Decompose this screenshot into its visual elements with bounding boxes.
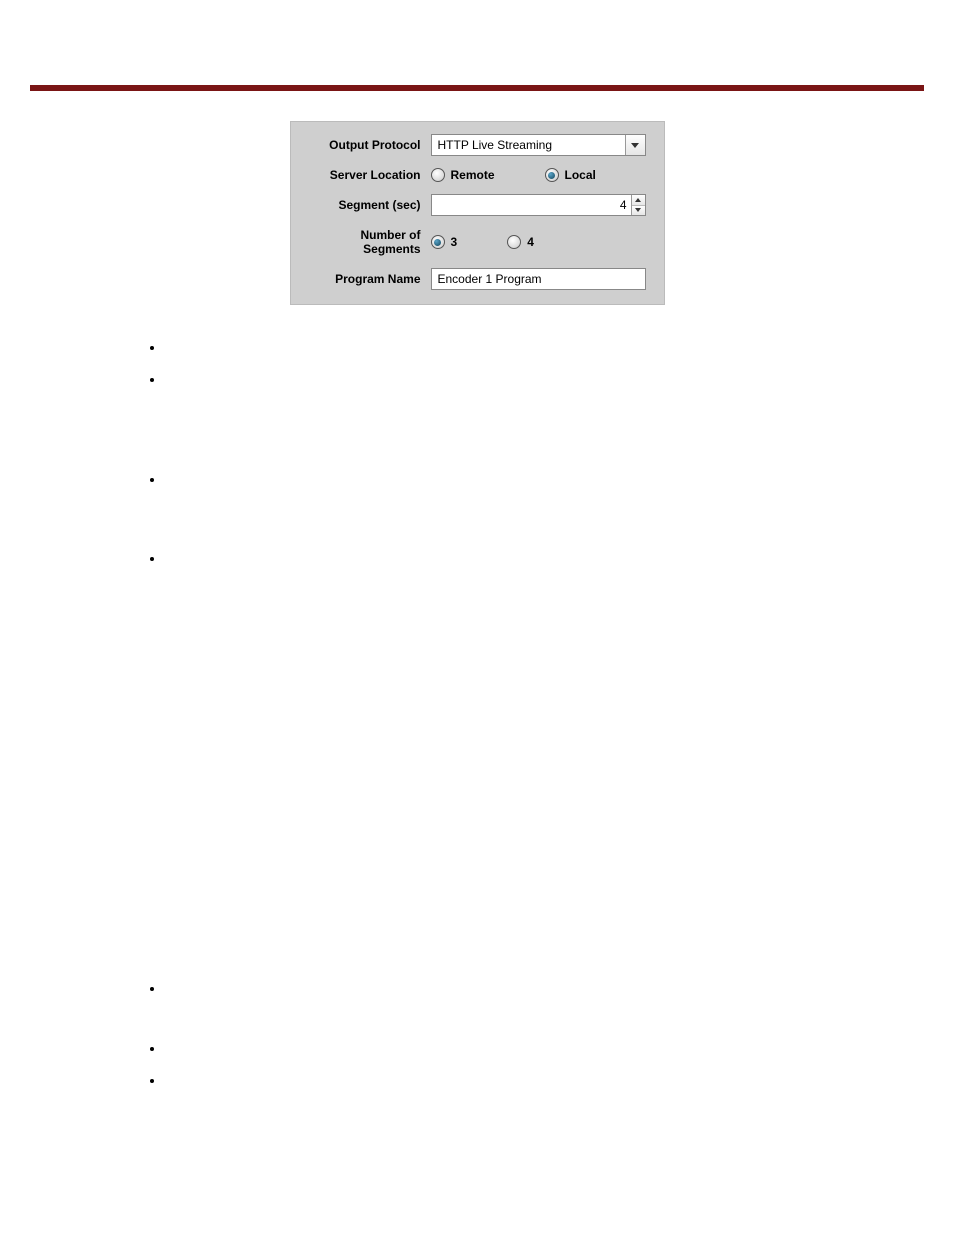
list-item xyxy=(165,335,924,359)
radio-icon xyxy=(507,235,521,249)
list-item xyxy=(165,1036,924,1060)
row-segment: Segment (sec) 4 xyxy=(301,194,654,216)
list-item xyxy=(165,976,924,1000)
list-item xyxy=(165,1068,924,1092)
server-location-local[interactable]: Local xyxy=(545,168,596,182)
bullet-list-3 xyxy=(145,546,924,570)
label-segment: Segment (sec) xyxy=(301,198,431,212)
label-output-protocol: Output Protocol xyxy=(301,138,431,152)
row-program-name: Program Name Encoder 1 Program xyxy=(301,268,654,290)
chevron-up-icon xyxy=(635,198,641,202)
chevron-down-icon xyxy=(635,208,641,212)
radio-label-remote: Remote xyxy=(451,168,495,182)
label-program-name: Program Name xyxy=(301,272,431,286)
list-item xyxy=(165,467,924,491)
radio-icon xyxy=(431,235,445,249)
program-name-input[interactable]: Encoder 1 Program xyxy=(431,268,646,290)
list-item xyxy=(165,367,924,391)
chevron-down-icon xyxy=(631,143,639,148)
segment-input[interactable]: 4 xyxy=(431,194,646,216)
bullet-list-1 xyxy=(145,335,924,391)
output-protocol-select[interactable]: HTTP Live Streaming xyxy=(431,134,646,156)
segment-value: 4 xyxy=(432,195,631,215)
radio-label-4: 4 xyxy=(527,235,534,249)
bullet-list-5 xyxy=(145,1036,924,1092)
radio-label-3: 3 xyxy=(451,235,458,249)
label-server-location: Server Location xyxy=(301,168,431,182)
num-segments-4[interactable]: 4 xyxy=(507,235,534,249)
server-location-remote[interactable]: Remote xyxy=(431,168,495,182)
bullet-list-2 xyxy=(145,467,924,491)
output-settings-panel: Output Protocol HTTP Live Streaming Serv… xyxy=(290,121,665,305)
label-num-segments: Number of Segments xyxy=(301,228,431,256)
list-item xyxy=(165,546,924,570)
row-server-location: Server Location Remote Local xyxy=(301,168,654,182)
radio-label-local: Local xyxy=(565,168,596,182)
segment-step-up[interactable] xyxy=(632,195,645,206)
output-protocol-value: HTTP Live Streaming xyxy=(432,135,625,155)
num-segments-3[interactable]: 3 xyxy=(431,235,458,249)
header-rule xyxy=(30,85,924,91)
bullet-list-4 xyxy=(145,976,924,1000)
radio-icon xyxy=(431,168,445,182)
radio-icon xyxy=(545,168,559,182)
row-output-protocol: Output Protocol HTTP Live Streaming xyxy=(301,134,654,156)
segment-step-down[interactable] xyxy=(632,206,645,216)
row-num-segments: Number of Segments 3 4 xyxy=(301,228,654,256)
output-protocol-dropdown-button[interactable] xyxy=(625,135,645,155)
